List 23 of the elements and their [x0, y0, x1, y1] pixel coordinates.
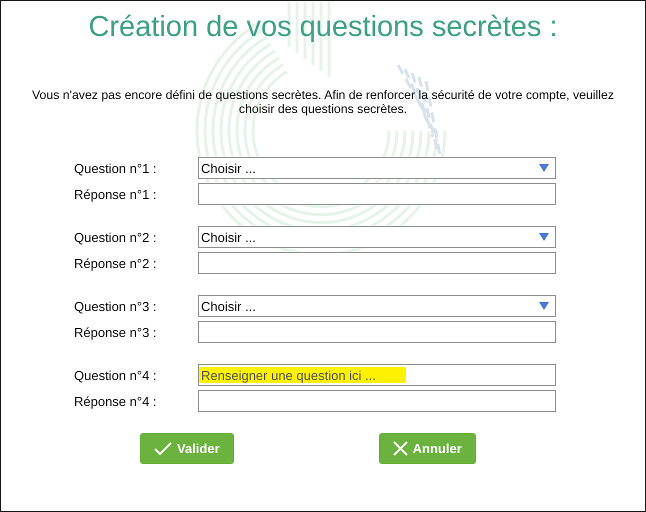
answer-label: Réponse n°4 : [74, 394, 158, 408]
answer-input[interactable] [198, 321, 556, 343]
question-label: Question n°1 : [74, 160, 158, 176]
question-input[interactable]: Renseigner une question ici ... [198, 364, 556, 386]
dropdown-arrow-icon [539, 164, 549, 172]
answer-input[interactable] [198, 252, 556, 274]
question-dropdown[interactable]: Choisir ... [198, 157, 556, 179]
close-icon [392, 441, 408, 456]
answer-input[interactable] [198, 183, 556, 205]
answer-label: Réponse n°1 : [74, 186, 158, 202]
question-dropdown[interactable]: Choisir ... [198, 295, 556, 317]
question-dropdown[interactable]: Choisir ... [198, 226, 556, 248]
intro-text: Vous n'avez pas encore défini de questions secrètes. Afin de renforcer la sécurité de votre compte, veuillez choisir des questions secrètes. [31, 88, 615, 116]
answer-label: Réponse n°3 : [74, 324, 158, 340]
question-label: Question n°2 : [74, 230, 158, 244]
dropdown-arrow-icon [539, 233, 549, 241]
answer-label: Réponse n°2 : [74, 256, 158, 270]
question-label: Question n°4 : [74, 368, 158, 382]
question-label: Question n°3 : [74, 298, 158, 314]
page-title: Création de vos questions secrètes : [87, 11, 559, 44]
answer-input[interactable] [198, 390, 556, 412]
checkmark-icon [154, 442, 172, 456]
dropdown-arrow-icon [539, 302, 549, 310]
